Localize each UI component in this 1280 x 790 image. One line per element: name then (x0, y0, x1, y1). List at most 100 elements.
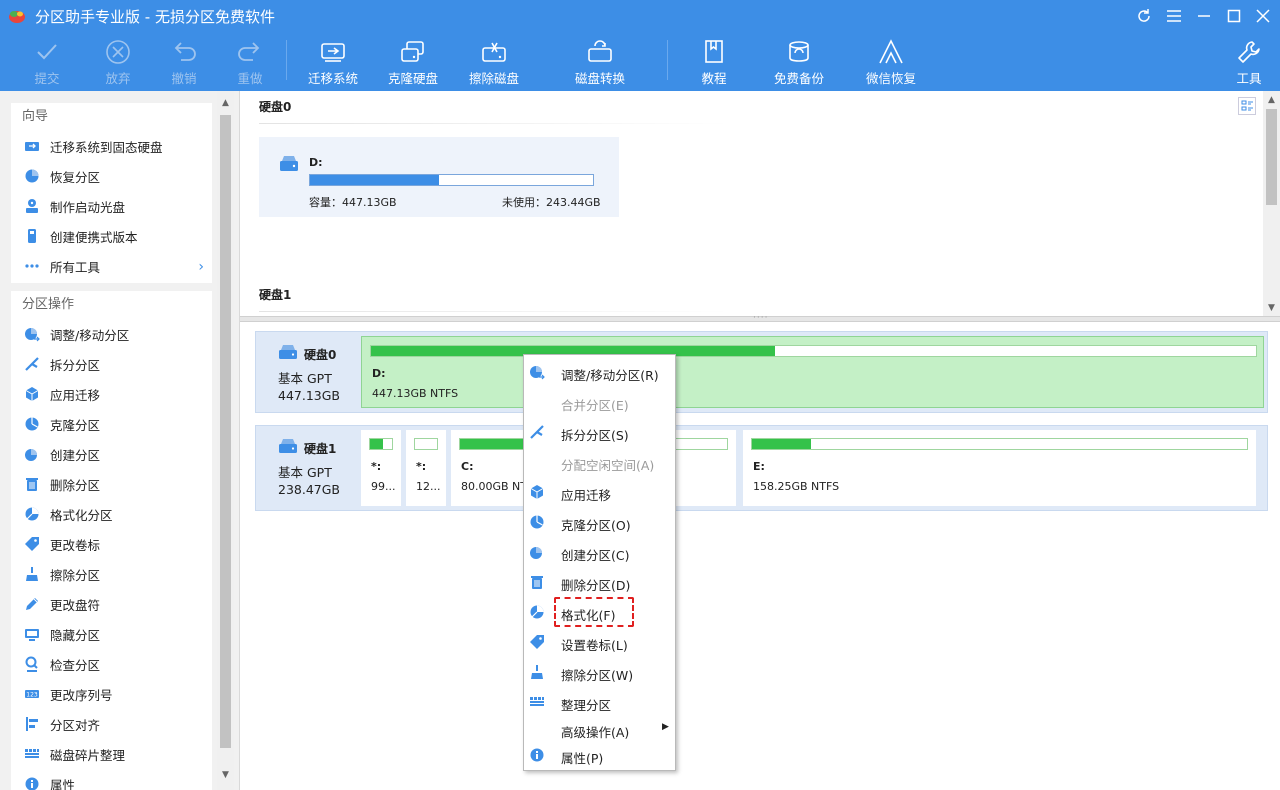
context-menu-item[interactable]: 合并分区(E) (524, 387, 675, 417)
format-icon (529, 604, 545, 620)
info-icon (529, 747, 545, 763)
ops-item[interactable]: 拆分分区 (11, 349, 212, 379)
context-menu-item[interactable]: 分配空闲空间(A) (524, 447, 675, 477)
context-menu-label: 整理分区 (561, 698, 612, 713)
heading-divider (259, 311, 729, 312)
ops-item[interactable]: 应用迁移 (11, 379, 212, 409)
ops-item-label: 克隆分区 (50, 417, 101, 433)
wechat-recovery-button[interactable]: 微信恢复 (864, 38, 918, 88)
scroll-up-icon[interactable]: ▲ (1263, 93, 1280, 107)
pane-splitter[interactable]: ···· (240, 313, 1280, 323)
context-menu-item[interactable]: 应用迁移 (524, 477, 675, 507)
tutorial-label: 教程 (701, 71, 727, 86)
unused-text: 未使用：243.44GB (502, 196, 601, 209)
context-menu-item[interactable]: 擦除分区(W) (524, 657, 675, 687)
ops-item[interactable]: 调整/移动分区 (11, 319, 212, 349)
upper-scrollbar[interactable]: ▲ ▼ (1263, 91, 1280, 316)
free-backup-button[interactable]: 免费备份 (772, 38, 826, 88)
wizard-item[interactable]: 所有工具 › (11, 251, 212, 281)
wizard-item[interactable]: 制作启动光盘 (11, 191, 212, 221)
grip-icon: ···· (753, 313, 769, 323)
scrollbar-thumb[interactable] (1266, 109, 1277, 205)
disk-row[interactable]: 硬盘0 基本 GPT 447.13GB D: 447.13GB NTFS (255, 331, 1268, 413)
context-menu-label: 设置卷标(L) (561, 638, 628, 653)
ops-item[interactable]: 克隆分区 (11, 409, 212, 439)
ops-item[interactable]: 格式化分区 (11, 499, 212, 529)
partition-block[interactable]: *: 99... (361, 430, 401, 506)
redo-button[interactable]: 重做 (233, 38, 267, 88)
wipe-icon (529, 664, 545, 680)
context-menu-label: 擦除分区(W) (561, 668, 634, 683)
ops-item[interactable]: 检查分区 (11, 649, 212, 679)
context-menu-item[interactable]: 创建分区(C) (524, 537, 675, 567)
context-menu-item[interactable]: 拆分分区(S) (524, 417, 675, 447)
ops-item-label: 检查分区 (50, 657, 101, 673)
migrate-os-button[interactable]: 迁移系统 (306, 38, 360, 88)
clone-disk-button[interactable]: 克隆硬盘 (386, 38, 440, 88)
wipe-icon (24, 566, 40, 582)
disk-row[interactable]: 硬盘1 基本 GPT 238.47GB *: 99... *: 12... C: 80.00GB… (255, 425, 1268, 511)
migrate-icon (24, 138, 40, 154)
ops-item[interactable]: 磁盘碎片整理 (11, 739, 212, 769)
clone-disk-label: 克隆硬盘 (387, 71, 438, 86)
partition-block[interactable]: *: 12... (406, 430, 446, 506)
props-icon (24, 776, 40, 790)
context-menu-item[interactable]: 设置卷标(L) (524, 627, 675, 657)
ops-item[interactable]: 更改卷标 (11, 529, 212, 559)
context-menu-item[interactable]: 调整/移动分区(R) (524, 357, 675, 387)
partition-block[interactable]: E: 158.25GB NTFS (743, 430, 1256, 506)
tutorial-button[interactable]: 教程 (697, 38, 731, 88)
context-menu-item[interactable]: 删除分区(D) (524, 567, 675, 597)
commit-button[interactable]: 提交 (30, 38, 64, 88)
wizard-item[interactable]: 创建便携式版本 (11, 221, 212, 251)
context-menu-label: 删除分区(D) (561, 578, 631, 593)
partition-info: 12... (416, 480, 441, 493)
wipe-disk-button[interactable]: 擦除磁盘 (467, 38, 521, 88)
wizard-title: 向导 (22, 109, 49, 124)
title-bar: 分区助手专业版 - 无损分区免费软件 (0, 0, 1280, 32)
ops-item[interactable]: 属性 (11, 769, 212, 790)
context-menu-item[interactable]: 克隆分区(O) (524, 507, 675, 537)
ops-item[interactable]: 擦除分区 (11, 559, 212, 589)
context-menu-item[interactable]: 属性(P) (524, 740, 675, 770)
partition-usage-bar (370, 345, 1257, 357)
disk-info: 硬盘1 基本 GPT 238.47GB (256, 426, 356, 510)
partition-label: D: (372, 367, 386, 380)
ops-item[interactable]: 更改盘符 (11, 589, 212, 619)
ops-item-label: 属性 (50, 777, 76, 790)
scrollbar-thumb[interactable] (220, 115, 231, 748)
context-menu-item[interactable]: 整理分区 (524, 687, 675, 717)
top-bar: 分区助手专业版 - 无损分区免费软件 提交 放弃 撤销 重做 迁移系统 克隆硬盘… (0, 0, 1280, 91)
scroll-up-icon[interactable]: ▲ (217, 96, 234, 110)
wizard-item[interactable]: 恢复分区 (11, 161, 212, 191)
wipe-disk-icon (479, 38, 509, 66)
ops-item[interactable]: 隐藏分区 (11, 619, 212, 649)
disk-convert-button[interactable]: 磁盘转换 (573, 38, 627, 88)
wizard-item[interactable]: 迁移系统到固态硬盘 (11, 131, 212, 161)
wechat-recovery-label: 微信恢复 (865, 71, 916, 86)
commit-label: 提交 (34, 71, 60, 86)
minimize-icon[interactable] (1193, 6, 1215, 26)
scroll-down-icon[interactable]: ▼ (1263, 301, 1280, 315)
refresh-icon[interactable] (1133, 6, 1155, 26)
close-icon[interactable] (1252, 6, 1274, 26)
partition-card-d[interactable]: D: 容量：447.13GB 未使用：243.44GB (259, 137, 619, 217)
recover-icon (24, 168, 40, 184)
sidebar-scrollbar[interactable]: ▲ ▼ (217, 91, 234, 790)
disk1-heading: 硬盘1 (259, 288, 292, 302)
scroll-down-icon[interactable]: ▼ (217, 768, 234, 782)
partition-block[interactable]: D: 447.13GB NTFS (361, 336, 1264, 408)
tools-button[interactable]: 工具 (1232, 38, 1266, 88)
disk-info: 硬盘0 基本 GPT 447.13GB (256, 332, 356, 412)
ops-item[interactable]: 分区对齐 (11, 709, 212, 739)
menu-icon[interactable] (1163, 6, 1185, 26)
discard-button[interactable]: 放弃 (101, 38, 135, 88)
maximize-icon[interactable] (1223, 6, 1245, 26)
undo-button[interactable]: 撤销 (167, 38, 201, 88)
ops-item[interactable]: 删除分区 (11, 469, 212, 499)
svg-text:123: 123 (26, 692, 38, 699)
ops-item[interactable]: 创建分区 (11, 439, 212, 469)
context-menu-label: 拆分分区(S) (561, 428, 629, 443)
view-toggle-button[interactable] (1238, 97, 1256, 115)
ops-item[interactable]: 123 更改序列号 (11, 679, 212, 709)
